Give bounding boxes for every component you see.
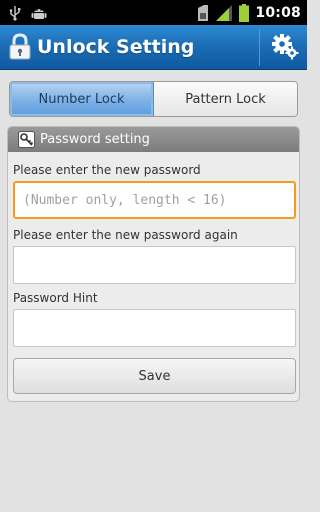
sim-icon — [197, 0, 209, 25]
new-password-field[interactable] — [13, 181, 296, 219]
settings-gear-icon — [271, 32, 299, 64]
password-hint-label: Password Hint — [13, 291, 98, 305]
tab-pattern-lock[interactable]: Pattern Lock — [154, 82, 297, 116]
password-hint-field[interactable] — [13, 309, 296, 347]
title-divider — [259, 29, 260, 66]
save-button[interactable]: Save — [13, 358, 296, 394]
password-setting-panel: Password setting Please enter the new pa… — [7, 126, 300, 402]
clock: 10:08 — [255, 4, 301, 21]
panel-header: Password setting — [8, 127, 299, 152]
confirm-password-input[interactable] — [14, 247, 295, 283]
password-hint-input[interactable] — [14, 310, 295, 346]
battery-icon — [239, 0, 250, 25]
password-key-icon — [18, 131, 35, 148]
new-password-input[interactable] — [15, 183, 294, 217]
new-password-label: Please enter the new password — [13, 163, 201, 177]
lock-type-tabs: Number Lock Pattern Lock — [9, 81, 298, 117]
tab-number-lock[interactable]: Number Lock — [10, 82, 154, 116]
page-title: Unlock Setting — [37, 36, 195, 58]
confirm-password-label: Please enter the new password again — [13, 228, 238, 242]
status-bar: 10:08 — [0, 0, 307, 25]
lock-icon — [6, 31, 34, 63]
panel-title: Password setting — [40, 132, 150, 147]
settings-button[interactable] — [262, 25, 307, 70]
confirm-password-field[interactable] — [13, 246, 296, 284]
usb-icon — [9, 0, 21, 25]
signal-icon — [215, 0, 233, 25]
android-debug-icon — [31, 0, 47, 25]
title-bar: Unlock Setting — [0, 25, 307, 70]
